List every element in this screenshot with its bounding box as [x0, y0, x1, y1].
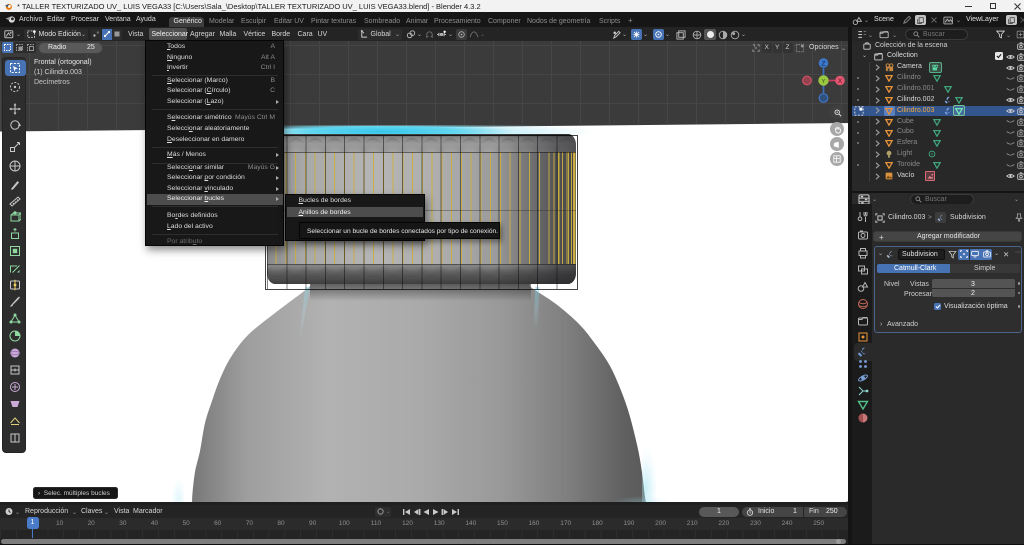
svg-text:Z: Z [822, 61, 826, 68]
svg-text:X: X [838, 78, 843, 85]
svg-text:Y: Y [822, 79, 826, 85]
